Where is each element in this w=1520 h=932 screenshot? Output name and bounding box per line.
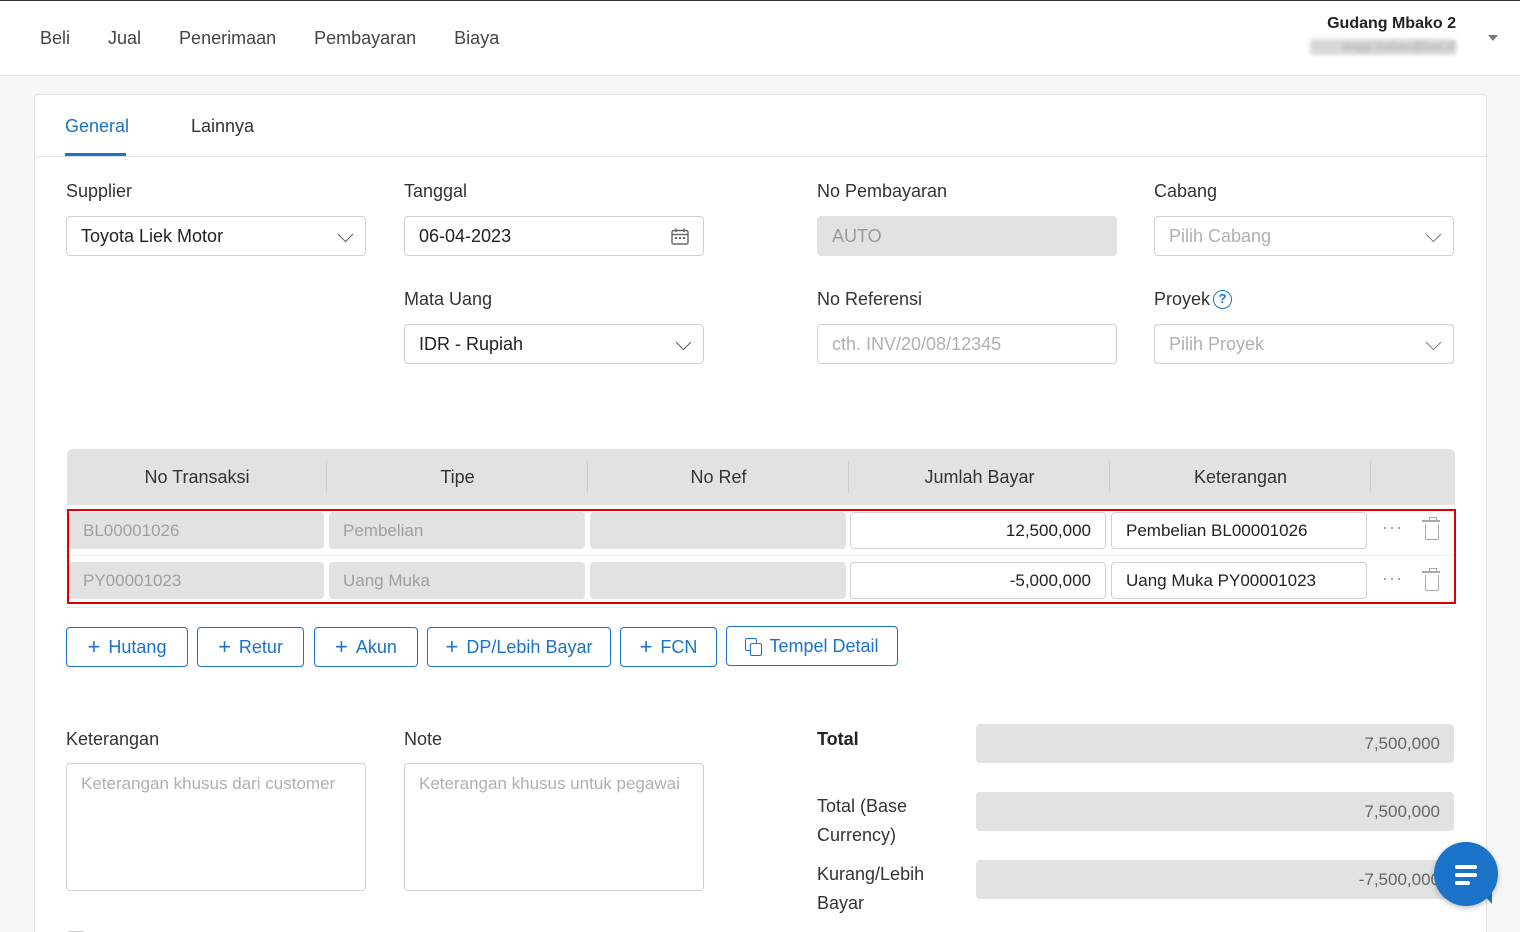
mata-uang-label: Mata Uang bbox=[404, 289, 493, 309]
add-hutang-button[interactable]: + Hutang bbox=[66, 627, 188, 667]
nav-beli[interactable]: Beli bbox=[40, 28, 70, 49]
add-fcn-button[interactable]: + FCN bbox=[620, 627, 717, 667]
chevron-down-icon bbox=[1425, 334, 1442, 351]
proyek-label: Proyek bbox=[1154, 289, 1211, 309]
plus-icon: + bbox=[218, 634, 231, 659]
nav-penerimaan[interactable]: Penerimaan bbox=[179, 28, 276, 49]
add-dp-button[interactable]: + DP/Lebih Bayar bbox=[427, 627, 611, 667]
total-label: Total bbox=[817, 729, 859, 749]
total-base-label-line1: Total (Base bbox=[817, 796, 908, 816]
add-retur-button[interactable]: + Retur bbox=[197, 627, 304, 667]
total-value: 7,500,000 bbox=[976, 724, 1454, 763]
no-referensi-placeholder: cth. INV/20/08/12345 bbox=[832, 333, 1002, 354]
tanggal-value: 06-04-2023 bbox=[419, 225, 512, 246]
th-no-ref: No Ref bbox=[690, 467, 747, 487]
no-referensi-input[interactable]: cth. INV/20/08/12345 bbox=[817, 324, 1117, 364]
tab-bar: General Lainnya bbox=[35, 95, 1486, 157]
no-referensi-label: No Referensi bbox=[817, 289, 923, 309]
add-hutang-label: Hutang bbox=[108, 636, 167, 657]
note-label: Note bbox=[404, 729, 443, 749]
account-email: anggi.mahes@bee.id bbox=[1310, 39, 1456, 55]
total-base-value: 7,500,000 bbox=[976, 792, 1454, 831]
top-navbar: Beli Jual Penerimaan Pembayaran Biaya Gu… bbox=[0, 0, 1520, 76]
mata-uang-select[interactable]: IDR - Rupiah bbox=[404, 324, 704, 364]
th-jumlah-bayar: Jumlah Bayar bbox=[924, 467, 1035, 487]
chat-icon bbox=[1455, 865, 1477, 869]
add-fcn-label: FCN bbox=[660, 636, 698, 657]
cabang-label: Cabang bbox=[1154, 181, 1218, 201]
active-tab-indicator bbox=[65, 153, 126, 156]
proyek-select[interactable]: Pilih Proyek bbox=[1154, 324, 1454, 364]
kurang-label-line2: Bayar bbox=[817, 893, 865, 913]
total-base-label-line2: Currency) bbox=[817, 825, 897, 845]
cabang-placeholder: Pilih Cabang bbox=[1169, 225, 1272, 246]
column-divider bbox=[1370, 461, 1371, 493]
payment-form-card: General Lainnya Supplier Toyota Liek Mot… bbox=[34, 94, 1487, 932]
help-icon[interactable]: ? bbox=[1213, 290, 1232, 309]
total-base-label: Total (Base Currency) bbox=[817, 792, 907, 850]
th-keterangan: Keterangan bbox=[1193, 467, 1288, 487]
add-akun-label: Akun bbox=[355, 636, 397, 657]
kurang-label-line1: Kurang/Lebih bbox=[817, 864, 925, 884]
proyek-placeholder: Pilih Proyek bbox=[1169, 333, 1265, 354]
add-akun-button[interactable]: + Akun bbox=[314, 627, 418, 667]
copy-icon bbox=[745, 638, 763, 656]
caret-down-icon[interactable] bbox=[1488, 35, 1498, 41]
kurang-lebih-label: Kurang/Lebih Bayar bbox=[817, 860, 924, 918]
plus-icon: + bbox=[87, 634, 101, 659]
no-pembayaran-label: No Pembayaran bbox=[817, 181, 948, 201]
no-pembayaran-value: AUTO bbox=[832, 225, 882, 246]
tempel-detail-label: Tempel Detail bbox=[769, 635, 879, 656]
plus-icon: + bbox=[639, 634, 653, 659]
add-retur-label: Retur bbox=[238, 636, 283, 657]
add-dp-label: DP/Lebih Bayar bbox=[466, 636, 593, 657]
chevron-down-icon bbox=[675, 334, 692, 351]
account-name: Gudang Mbako 2 bbox=[1327, 15, 1456, 32]
plus-icon: + bbox=[445, 634, 459, 659]
chat-icon-line bbox=[1455, 881, 1470, 885]
kurang-lebih-value: -7,500,000 bbox=[976, 860, 1454, 899]
tempel-detail-button[interactable]: Tempel Detail bbox=[726, 626, 898, 666]
tanggal-input[interactable]: 06-04-2023 bbox=[404, 216, 704, 256]
chevron-down-icon bbox=[1425, 226, 1442, 243]
tanggal-label: Tanggal bbox=[404, 181, 468, 201]
chevron-down-icon bbox=[337, 226, 354, 243]
row-divider bbox=[67, 607, 1455, 608]
chat-button[interactable] bbox=[1434, 842, 1498, 906]
supplier-value: Toyota Liek Motor bbox=[81, 225, 224, 246]
keterangan-textarea[interactable]: Keterangan khusus dari customer bbox=[66, 763, 366, 891]
tab-general[interactable]: General bbox=[65, 116, 129, 137]
th-no-transaksi: No Transaksi bbox=[144, 467, 250, 487]
cabang-select[interactable]: Pilih Cabang bbox=[1154, 216, 1454, 256]
no-pembayaran-field: AUTO bbox=[817, 216, 1117, 256]
tab-lainnya[interactable]: Lainnya bbox=[191, 116, 254, 137]
calendar-icon[interactable] bbox=[671, 228, 689, 245]
detail-table-header: No Transaksi Tipe No Ref Jumlah Bayar Ke… bbox=[67, 449, 1455, 505]
mata-uang-value: IDR - Rupiah bbox=[419, 333, 524, 354]
nav-biaya[interactable]: Biaya bbox=[454, 28, 499, 49]
keterangan-label: Keterangan bbox=[66, 729, 160, 749]
highlighted-rows-box bbox=[67, 509, 1456, 604]
plus-icon: + bbox=[335, 634, 348, 659]
th-tipe: Tipe bbox=[440, 467, 475, 487]
chat-icon-line bbox=[1455, 873, 1477, 877]
main-nav: Beli Jual Penerimaan Pembayaran Biaya bbox=[40, 28, 499, 49]
note-textarea[interactable]: Keterangan khusus untuk pegawai bbox=[404, 763, 704, 891]
nav-jual[interactable]: Jual bbox=[108, 28, 141, 49]
supplier-select[interactable]: Toyota Liek Motor bbox=[66, 216, 366, 256]
supplier-label: Supplier bbox=[66, 181, 133, 201]
nav-pembayaran[interactable]: Pembayaran bbox=[314, 28, 416, 49]
account-menu[interactable]: Gudang Mbako 2 anggi.mahes@bee.id bbox=[1310, 15, 1456, 55]
